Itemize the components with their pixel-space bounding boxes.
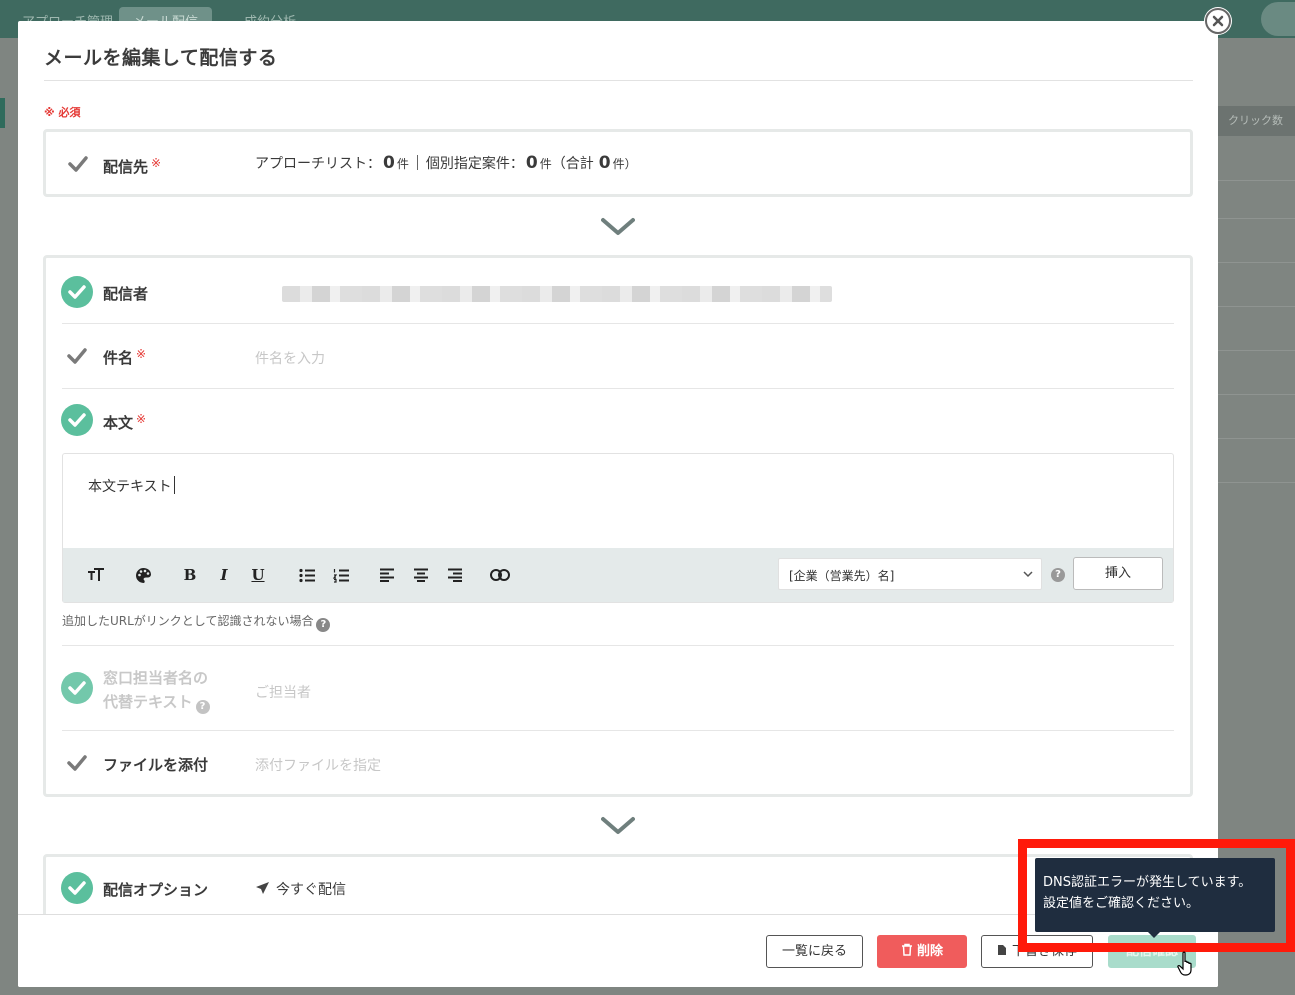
title-divider [44, 80, 1193, 81]
bg-table-divider [1218, 262, 1295, 263]
required-mark: ※ [151, 156, 162, 170]
recipients-summary: アプローチリスト： 0 件個別指定案件： 0 件（合計 0 件） [255, 153, 637, 173]
hand-pointer-icon [1177, 951, 1192, 976]
check-circle-icon [61, 872, 93, 904]
content-panel: 配信者 件名 ※ 件名を入力 本文 ※ 本文テキスト B I U [企業（営業先… [43, 255, 1193, 797]
count-unit: 件 [539, 157, 552, 171]
align-left-icon[interactable] [376, 564, 398, 586]
recipients-label: 配信先 ※ [103, 156, 161, 177]
total-prefix: （合計 [551, 156, 594, 172]
trash-icon [901, 943, 912, 956]
editor-toolbar: B I U [企業（営業先）名] ? 挿入 [63, 548, 1173, 602]
subject-label-text: 件名 [103, 349, 134, 367]
chevron-down-icon [601, 817, 635, 834]
row-divider [62, 645, 1174, 646]
delivery-option-label: 配信オプション [103, 881, 209, 899]
body-label: 本文 ※ [103, 412, 146, 433]
italic-icon[interactable]: I [213, 564, 235, 586]
attachment-label: ファイルを添付 [103, 756, 209, 774]
help-icon[interactable]: ? [1051, 568, 1065, 582]
text-caret [173, 476, 175, 494]
count-unit: 件 [396, 157, 409, 171]
required-note: ※ 必須 [44, 106, 81, 119]
modal-title: メールを編集して配信する [44, 47, 278, 69]
insert-button[interactable]: 挿入 [1073, 557, 1163, 590]
delivery-option-text: 今すぐ配信 [276, 882, 346, 898]
tooltip-arrow [1147, 931, 1161, 938]
check-icon [68, 156, 88, 172]
sender-label: 配信者 [103, 285, 149, 303]
check-icon [67, 755, 87, 771]
color-palette-icon[interactable] [132, 564, 154, 586]
url-link-help[interactable]: 追加したURLがリンクとして認識されない場合? [62, 612, 331, 632]
link-icon[interactable] [489, 564, 511, 586]
required-mark: ※ [136, 347, 147, 361]
check-circle-icon [61, 672, 93, 704]
chevron-down-icon [601, 218, 635, 235]
send-icon [256, 882, 269, 894]
tooltip-line2: 設定値をご確認ください。 [1043, 896, 1200, 911]
recipients-label-text: 配信先 [103, 158, 149, 176]
contact-alt-label-line2: 代替テキスト [103, 693, 193, 711]
body-text[interactable]: 本文テキスト [88, 479, 172, 495]
bullet-list-icon[interactable] [296, 564, 318, 586]
bg-table-divider [1218, 350, 1295, 351]
align-center-icon[interactable] [410, 564, 432, 586]
approach-list-label: アプローチリスト： [255, 156, 381, 172]
required-mark: ※ [136, 412, 147, 426]
individual-label: 個別指定案件： [425, 156, 524, 172]
row-divider [62, 388, 1174, 389]
merge-field-select[interactable]: [企業（営業先）名] [778, 558, 1042, 590]
help-icon[interactable]: ? [316, 618, 331, 632]
bg-table-divider [1218, 306, 1295, 307]
subject-input[interactable]: 件名を入力 [255, 348, 325, 368]
sender-value-redacted[interactable] [282, 286, 832, 302]
contact-alt-label: 窓口担当者名の 代替テキスト? [103, 666, 210, 714]
row-divider [62, 730, 1174, 731]
bg-side-indicator [0, 98, 5, 128]
check-circle-icon [61, 404, 93, 436]
bg-table-divider [1218, 482, 1295, 483]
attachment-input[interactable]: 添付ファイルを指定 [255, 755, 381, 775]
back-to-list-button[interactable]: 一覧に戻る [766, 935, 863, 968]
delete-button[interactable]: 削除 [877, 935, 967, 968]
bg-table-divider [1218, 394, 1295, 395]
close-icon[interactable] [1205, 8, 1231, 34]
align-right-icon[interactable] [444, 564, 466, 586]
contact-alt-input[interactable]: ご担当者 [255, 682, 311, 702]
approach-list-count: 0 [383, 153, 395, 173]
row-divider [62, 323, 1174, 324]
url-note-text: 追加したURLがリンクとして認識されない場合 [62, 614, 314, 628]
tooltip-line1: DNS認証エラーが発生しています。 [1043, 875, 1252, 890]
bg-table-divider [1218, 218, 1295, 219]
document-icon [997, 945, 1006, 955]
avatar [1261, 2, 1295, 36]
body-label-text: 本文 [103, 414, 134, 432]
separator [416, 155, 418, 170]
contact-alt-label-line1: 窓口担当者名の [103, 669, 209, 687]
body-textarea[interactable]: 本文テキスト [88, 476, 175, 496]
font-size-icon[interactable] [85, 564, 107, 586]
help-icon[interactable]: ? [195, 700, 210, 714]
total-count: 0 [598, 153, 611, 173]
numbered-list-icon[interactable] [330, 564, 352, 586]
individual-count: 0 [525, 153, 538, 173]
dns-error-tooltip: DNS認証エラーが発生しています。 設定値をご確認ください。 [1035, 858, 1275, 932]
bold-icon[interactable]: B [179, 564, 201, 586]
merge-field-value: [企業（営業先）名] [789, 569, 895, 583]
total-suffix: 件） [612, 157, 637, 171]
recipients-panel[interactable]: 配信先 ※ アプローチリスト： 0 件個別指定案件： 0 件（合計 0 件） [43, 129, 1193, 197]
delete-button-label: 削除 [916, 944, 943, 959]
chevron-down-icon [1023, 571, 1033, 578]
check-circle-icon [61, 276, 93, 308]
body-editor[interactable]: 本文テキスト B I U [企業（営業先）名] ? 挿入 [62, 453, 1174, 603]
bg-table-header: クリック数 [1218, 106, 1295, 136]
subject-label: 件名 ※ [103, 347, 146, 368]
bg-table-divider [1218, 180, 1295, 181]
delivery-option-value: 今すぐ配信 [255, 879, 346, 899]
check-icon [67, 348, 87, 364]
bg-table-divider [1218, 438, 1295, 439]
underline-icon[interactable]: U [247, 564, 269, 586]
